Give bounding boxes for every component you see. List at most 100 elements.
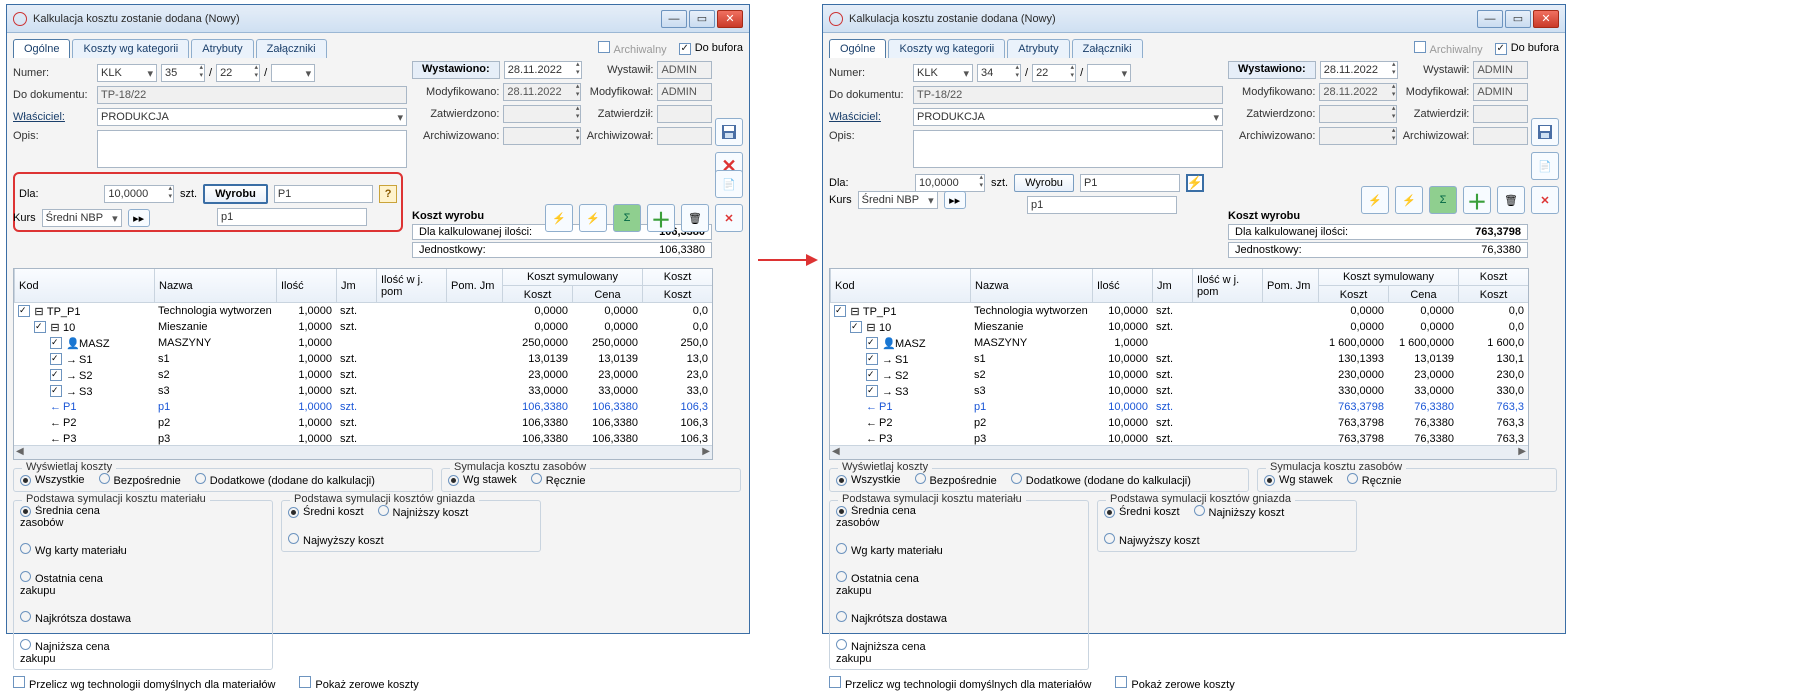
horizontal-scrollbar[interactable] <box>830 445 1528 459</box>
table-row[interactable]: → S2 s2 1,0000 szt. 23,0000 23,0000 23,0 <box>14 367 712 383</box>
table-row[interactable]: ← P2 p2 1,0000 szt. 106,3380 106,3380 10… <box>14 415 712 431</box>
cancel-red-icon[interactable]: ✕ <box>1531 186 1559 214</box>
radio-ręcznie[interactable]: Ręcznie <box>531 473 586 487</box>
maximize-button[interactable]: ▭ <box>1505 10 1531 28</box>
radio-najkrótsza-dostawa[interactable]: Najkrótsza dostawa <box>20 611 140 625</box>
przelicz-checkbox[interactable]: Przelicz wg technologii domyślnych dla m… <box>829 676 1091 691</box>
p1-input[interactable]: P1 <box>274 185 373 203</box>
radio-najniższa-cena-zakupu[interactable]: Najniższa cena zakupu <box>20 639 140 665</box>
radio-najniższa-cena-zakupu[interactable]: Najniższa cena zakupu <box>836 639 956 665</box>
trash-icon[interactable]: 🗑 <box>1497 186 1525 214</box>
radio-wg-stawek[interactable]: Wg stawek <box>1264 474 1333 486</box>
table-row[interactable]: → S3 s3 1,0000 szt. 33,0000 33,0000 33,0 <box>14 383 712 399</box>
radio-średnia-cena-zasobów[interactable]: Średnia cena zasobów <box>20 505 140 529</box>
table-row[interactable]: ← P2 p2 10,0000 szt. 763,3798 76,3380 76… <box>830 415 1528 431</box>
trash-icon[interactable]: 🗑 <box>681 204 709 232</box>
help-icon[interactable]: ? <box>379 185 397 203</box>
table-row[interactable]: → S1 s1 1,0000 szt. 13,0139 13,0139 13,0 <box>14 351 712 367</box>
buffer-checkbox[interactable]: Do bufora <box>679 42 743 55</box>
radio-średni-koszt[interactable]: Średni koszt <box>1104 506 1180 518</box>
num2-input[interactable]: 22 <box>216 64 260 82</box>
radio-najniższy-koszt[interactable]: Najniższy koszt <box>378 505 469 519</box>
wystawiono-date[interactable]: 28.11.2022 <box>1320 61 1398 79</box>
cancel-red-icon[interactable]: ✕ <box>715 204 743 232</box>
tab-atrybuty[interactable]: Atrybuty <box>191 39 253 58</box>
num1-input[interactable]: 34 <box>977 64 1021 82</box>
add-icon[interactable]: ＋ <box>647 204 675 232</box>
radio-wg-stawek[interactable]: Wg stawek <box>448 474 517 486</box>
bolt-yellow-icon[interactable]: ⚡ <box>1361 186 1389 214</box>
table-row[interactable]: ⊟ 10 Mieszanie 1,0000 szt. 0,0000 0,0000… <box>14 319 712 335</box>
radio-ostatnia-cena-zakupu[interactable]: Ostatnia cena zakupu <box>20 571 140 597</box>
table-row[interactable]: → S3 s3 10,0000 szt. 330,0000 33,0000 33… <box>830 383 1528 399</box>
horizontal-scrollbar[interactable] <box>14 445 712 459</box>
przelicz-checkbox[interactable]: Przelicz wg technologii domyślnych dla m… <box>13 676 275 691</box>
dla-qty-input[interactable]: 10,0000 <box>104 185 174 203</box>
sum-icon[interactable]: Σ <box>613 204 641 232</box>
tab-ogólne[interactable]: Ogólne <box>829 39 886 58</box>
pokaz-zero-checkbox[interactable]: Pokaż zerowe koszty <box>1115 676 1234 691</box>
table-row[interactable]: 👤 MASZ MASZYNY 1,0000 250,0000 250,0000 … <box>14 335 712 351</box>
minimize-button[interactable]: — <box>661 10 687 28</box>
tab-załączniki[interactable]: Załączniki <box>1072 39 1143 58</box>
table-row[interactable]: ← P1 p1 10,0000 szt. 763,3798 76,3380 76… <box>830 399 1528 415</box>
radio-najkrótsza-dostawa[interactable]: Najkrótsza dostawa <box>836 611 956 625</box>
tab-koszty-wg-kategorii[interactable]: Koszty wg kategorii <box>72 39 189 58</box>
num3-combo[interactable] <box>1087 64 1131 82</box>
table-row[interactable]: ⊟ TP_P1 Technologia wytworzen 10,0000 sz… <box>830 303 1528 319</box>
radio-ostatnia-cena-zakupu[interactable]: Ostatnia cena zakupu <box>836 571 956 597</box>
wlasciciel-combo[interactable]: PRODUKCJA <box>97 108 407 126</box>
opis-textarea[interactable] <box>97 130 407 168</box>
opis-textarea[interactable] <box>913 130 1223 168</box>
radio-wszystkie[interactable]: Wszystkie <box>836 474 901 486</box>
wystawiono-date[interactable]: 28.11.2022 <box>504 61 582 79</box>
table-row[interactable]: ← P1 p1 1,0000 szt. 106,3380 106,3380 10… <box>14 399 712 415</box>
close-button[interactable]: ✕ <box>717 10 743 28</box>
export-icon[interactable]: 📄 <box>715 170 743 198</box>
bolt-green-icon[interactable]: ⚡ <box>579 204 607 232</box>
radio-bezpośrednie[interactable]: Bezpośrednie <box>915 473 997 487</box>
sum-icon[interactable]: Σ <box>1429 186 1457 214</box>
bolt-green-icon[interactable]: ⚡ <box>1395 186 1423 214</box>
close-button[interactable]: ✕ <box>1533 10 1559 28</box>
wyrobu-button[interactable]: Wyrobu <box>203 184 268 204</box>
table-row[interactable]: 👤 MASZ MASZYNY 1,0000 1 600,0000 1 600,0… <box>830 335 1528 351</box>
num2-input[interactable]: 22 <box>1032 64 1076 82</box>
table-row[interactable]: ⊟ TP_P1 Technologia wytworzen 1,0000 szt… <box>14 303 712 319</box>
table-row[interactable]: → S1 s1 10,0000 szt. 130,1393 13,0139 13… <box>830 351 1528 367</box>
radio-wg-karty-materiału[interactable]: Wg karty materiału <box>20 543 140 557</box>
wlasciciel-label[interactable]: Właściciel: <box>13 111 93 123</box>
cost-grid[interactable]: Kod Nazwa Ilość Jm Ilość w j. pom Pom. J… <box>829 268 1529 460</box>
num1-input[interactable]: 35 <box>161 64 205 82</box>
tab-ogólne[interactable]: Ogólne <box>13 39 70 58</box>
archival-checkbox[interactable]: Archiwalny <box>1414 41 1483 56</box>
table-row[interactable]: ⊟ 10 Mieszanie 10,0000 szt. 0,0000 0,000… <box>830 319 1528 335</box>
table-row[interactable]: → S2 s2 10,0000 szt. 230,0000 23,0000 23… <box>830 367 1528 383</box>
kurs-combo[interactable]: Średni NBP <box>858 191 938 209</box>
radio-najniższy-koszt[interactable]: Najniższy koszt <box>1194 505 1285 519</box>
minimize-button[interactable]: — <box>1477 10 1503 28</box>
do-dokumentu-input[interactable]: TP-18/22 <box>97 86 407 104</box>
klk-combo[interactable]: KLK <box>913 64 973 82</box>
tab-załączniki[interactable]: Załączniki <box>256 39 327 58</box>
radio-bezpośrednie[interactable]: Bezpośrednie <box>99 473 181 487</box>
buffer-checkbox[interactable]: Do bufora <box>1495 42 1559 55</box>
radio-dodatkowe-(dodane-do-kalkulacji)[interactable]: Dodatkowe (dodane do kalkulacji) <box>1011 473 1191 487</box>
radio-średnia-cena-zasobów[interactable]: Średnia cena zasobów <box>836 505 956 529</box>
cost-grid[interactable]: Kod Nazwa Ilość Jm Ilość w j. pom Pom. J… <box>13 268 713 460</box>
archival-checkbox[interactable]: Archiwalny <box>598 41 667 56</box>
num3-combo[interactable] <box>271 64 315 82</box>
wlasciciel-combo[interactable]: PRODUKCJA <box>913 108 1223 126</box>
radio-najwyższy-koszt[interactable]: Najwyższy koszt <box>1104 533 1200 547</box>
bolt-yellow-icon[interactable]: ⚡ <box>545 204 573 232</box>
radio-wszystkie[interactable]: Wszystkie <box>20 474 85 486</box>
maximize-button[interactable]: ▭ <box>689 10 715 28</box>
klk-combo[interactable]: KLK <box>97 64 157 82</box>
save-button[interactable] <box>1531 118 1559 146</box>
do-dokumentu-input[interactable]: TP-18/22 <box>913 86 1223 104</box>
pokaz-zero-checkbox[interactable]: Pokaż zerowe koszty <box>299 676 418 691</box>
save-button[interactable] <box>715 118 743 146</box>
wlasciciel-label[interactable]: Właściciel: <box>829 111 909 123</box>
radio-średni-koszt[interactable]: Średni koszt <box>288 506 364 518</box>
tab-koszty-wg-kategorii[interactable]: Koszty wg kategorii <box>888 39 1005 58</box>
